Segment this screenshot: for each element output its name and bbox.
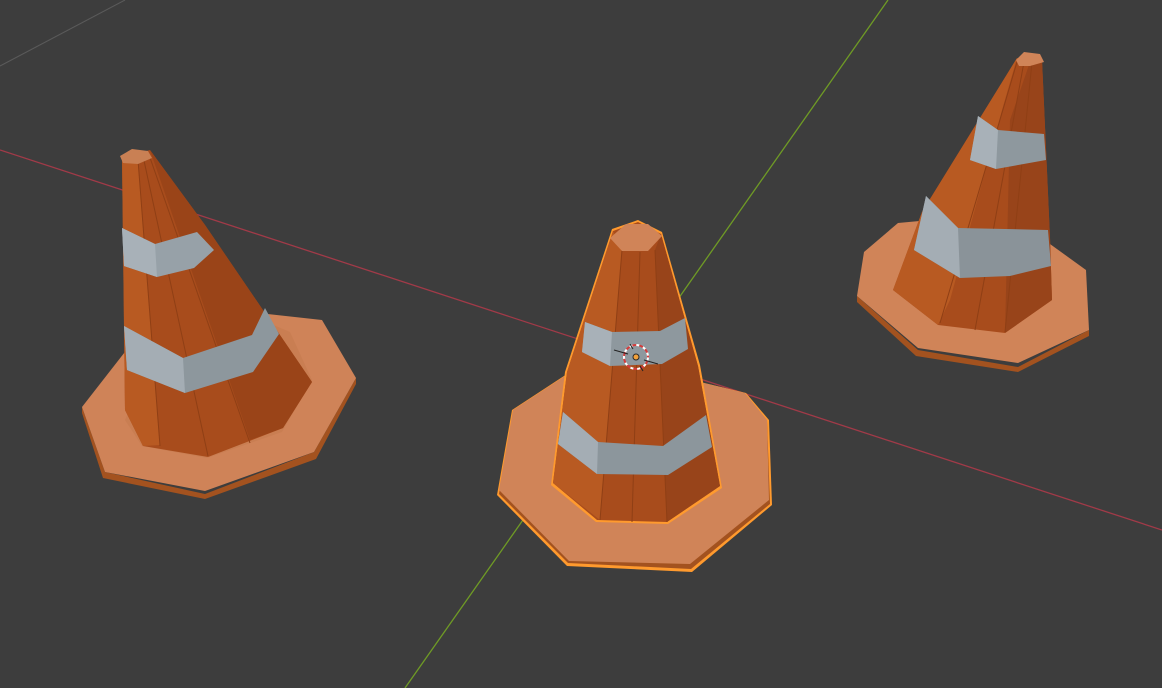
viewport-scene[interactable] bbox=[0, 0, 1162, 688]
traffic-cone-left[interactable] bbox=[82, 149, 356, 499]
object-origin-dot bbox=[632, 353, 640, 361]
3d-viewport[interactable] bbox=[0, 0, 1162, 688]
traffic-cone-center[interactable] bbox=[497, 220, 772, 572]
grid-line bbox=[0, 0, 126, 67]
traffic-cone-right[interactable] bbox=[857, 52, 1089, 372]
